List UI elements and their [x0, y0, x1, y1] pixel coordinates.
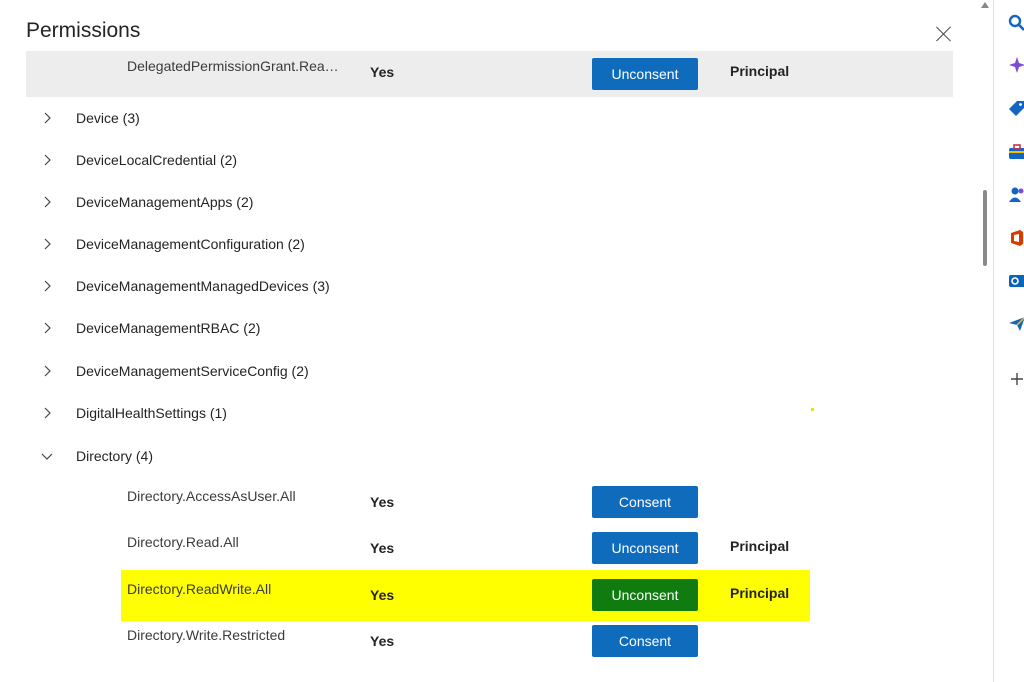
admin-consent-value: Yes — [370, 494, 395, 510]
close-icon[interactable] — [934, 24, 954, 44]
search-icon[interactable] — [1008, 14, 1024, 32]
chevron-right-icon[interactable] — [40, 237, 54, 251]
permission-row[interactable]: Directory.Write.Restricted Yes Consent — [26, 617, 953, 663]
group-label: DeviceManagementConfiguration (2) — [76, 236, 305, 252]
permission-name: Directory.ReadWrite.All — [127, 581, 272, 597]
group-label: Directory (4) — [76, 448, 154, 464]
admin-consent-value: Yes — [370, 540, 395, 556]
stray-dot — [811, 408, 814, 411]
office-icon[interactable] — [1008, 229, 1024, 247]
chevron-right-icon[interactable] — [40, 364, 54, 378]
group-label: DeviceManagementRBAC (2) — [76, 320, 261, 336]
permission-name: Directory.Write.Restricted — [127, 627, 286, 643]
consent-type: Principal — [730, 538, 790, 554]
people-icon[interactable] — [1008, 186, 1024, 204]
consent-type: Principal — [730, 63, 790, 79]
permission-name: Directory.Read.All — [127, 534, 239, 550]
group-row-devicemanagementmanageddevices[interactable]: DeviceManagementManagedDevices (3) — [26, 266, 953, 308]
group-row-digitalhealthsettings[interactable]: DigitalHealthSettings (1) — [26, 393, 953, 435]
group-label: DeviceManagementServiceConfig (2) — [76, 363, 309, 379]
consent-button[interactable]: Consent — [592, 625, 698, 657]
briefcase-icon[interactable] — [1008, 143, 1024, 161]
tag-icon[interactable] — [1008, 100, 1024, 118]
admin-consent-value: Yes — [370, 64, 395, 80]
group-row-devicemanagementapps[interactable]: DeviceManagementApps (2) — [26, 182, 953, 224]
outlook-icon[interactable] — [1008, 272, 1024, 290]
admin-consent-value: Yes — [370, 587, 395, 603]
permission-name: Directory.AccessAsUser.All — [127, 488, 296, 504]
scrollbar-thumb[interactable] — [983, 190, 987, 266]
group-label: DigitalHealthSettings (1) — [76, 405, 227, 421]
add-icon[interactable] — [1008, 370, 1024, 388]
chevron-right-icon[interactable] — [40, 279, 54, 293]
panel-title: Permissions — [26, 19, 141, 42]
group-row-devicemanagementrbac[interactable]: DeviceManagementRBAC (2) — [26, 308, 953, 350]
send-icon[interactable] — [1008, 315, 1024, 333]
unconsent-button[interactable]: Unconsent — [592, 532, 698, 564]
group-label: DeviceManagementApps (2) — [76, 194, 254, 210]
permission-row-highlighted[interactable]: Directory.ReadWrite.All Yes Unconsent Pr… — [26, 571, 953, 617]
chevron-right-icon[interactable] — [40, 111, 54, 125]
group-label: DeviceManagementManagedDevices (3) — [76, 278, 330, 294]
permission-name: DelegatedPermissionGrant.Rea… — [127, 58, 339, 74]
group-row-devicemanagementserviceconfig[interactable]: DeviceManagementServiceConfig (2) — [26, 351, 953, 393]
group-row-directory[interactable]: Directory (4) — [26, 436, 953, 478]
chevron-down-icon[interactable] — [40, 449, 54, 463]
group-row-device[interactable]: Device (3) — [26, 98, 953, 140]
unconsent-button[interactable]: Unconsent — [592, 579, 698, 611]
chevron-right-icon[interactable] — [40, 321, 54, 335]
consent-button[interactable]: Consent — [592, 486, 698, 518]
copilot-sparkle-icon[interactable] — [1008, 56, 1024, 74]
scroll-up-arrow[interactable] — [981, 2, 989, 8]
permissions-panel: Permissions DelegatedPermissionGrant.Rea… — [0, 0, 976, 682]
permission-row-selected[interactable]: DelegatedPermissionGrant.Rea… Yes Uncons… — [26, 51, 953, 97]
unconsent-button[interactable]: Unconsent — [592, 58, 698, 90]
group-label: DeviceLocalCredential (2) — [76, 152, 238, 168]
chevron-right-icon[interactable] — [40, 195, 54, 209]
group-label: Device (3) — [76, 110, 140, 126]
admin-consent-value: Yes — [370, 633, 395, 649]
chevron-right-icon[interactable] — [40, 406, 54, 420]
group-row-devicemanagementconfiguration[interactable]: DeviceManagementConfiguration (2) — [26, 224, 953, 266]
edge-sidebar — [994, 0, 1024, 682]
permission-row[interactable]: Directory.Read.All Yes Unconsent Princip… — [26, 524, 953, 570]
group-row-devicelocalcredential[interactable]: DeviceLocalCredential (2) — [26, 140, 953, 182]
permission-row[interactable]: Directory.AccessAsUser.All Yes Consent — [26, 478, 953, 524]
chevron-right-icon[interactable] — [40, 153, 54, 167]
group-row-clipped[interactable] — [26, 668, 953, 682]
consent-type: Principal — [730, 585, 790, 601]
